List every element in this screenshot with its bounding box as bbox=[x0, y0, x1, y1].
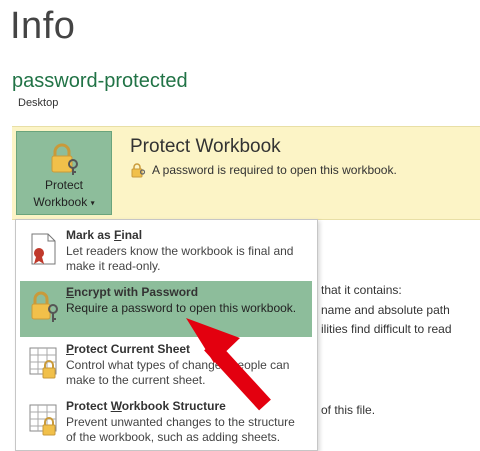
background-text-4: of this file. bbox=[321, 403, 376, 417]
menu-item-description: Let readers know the workbook is final a… bbox=[66, 244, 294, 273]
menu-item-title: Mark as Final bbox=[66, 228, 143, 242]
protect-status: A password is required to open this work… bbox=[130, 162, 397, 178]
lock-key-icon bbox=[31, 291, 58, 322]
menu-item-title: Encrypt with Password bbox=[66, 285, 199, 299]
chevron-down-icon: ▾ bbox=[90, 198, 95, 208]
lock-sheet-icon bbox=[29, 347, 57, 379]
background-text-3: ilities find difficult to read bbox=[321, 322, 452, 336]
menu-item-description: Control what types of changes people can… bbox=[66, 358, 290, 387]
ribbon-document-icon bbox=[31, 233, 56, 265]
file-name: password-protected bbox=[12, 70, 188, 92]
protect-button-label-line2: Workbook ▾ bbox=[33, 195, 95, 209]
background-text-1: that it contains: bbox=[321, 283, 402, 297]
protect-workbook-button[interactable]: Protect Workbook ▾ bbox=[16, 131, 112, 215]
lock-key-icon bbox=[51, 143, 78, 175]
lock-structure-icon bbox=[29, 404, 57, 436]
menu-item-description: Require a password to open this workbook… bbox=[66, 301, 297, 315]
protect-status-text: A password is required to open this work… bbox=[152, 163, 397, 177]
menu-item-description: Prevent unwanted changes to the structur… bbox=[66, 415, 295, 444]
menu-item-encrypt-with-password[interactable]: Encrypt with Password Require a password… bbox=[20, 281, 312, 337]
protect-workbook-menu: Mark as Final Let readers know the workb… bbox=[15, 219, 318, 451]
lock-status-icon bbox=[131, 163, 146, 178]
background-text-2: name and absolute path bbox=[321, 303, 450, 317]
file-location[interactable]: Desktop bbox=[18, 97, 58, 109]
menu-item-protect-current-sheet[interactable]: Protect Current Sheet Control what types… bbox=[20, 338, 312, 394]
page-title: Info bbox=[10, 5, 76, 47]
menu-item-mark-as-final[interactable]: Mark as Final Let readers know the workb… bbox=[20, 224, 312, 280]
protect-button-label-line1: Protect bbox=[44, 178, 83, 192]
menu-item-title: Protect Workbook Structure bbox=[66, 399, 226, 413]
menu-item-title: Protect Current Sheet bbox=[66, 342, 191, 356]
protect-heading: Protect Workbook bbox=[130, 136, 281, 157]
